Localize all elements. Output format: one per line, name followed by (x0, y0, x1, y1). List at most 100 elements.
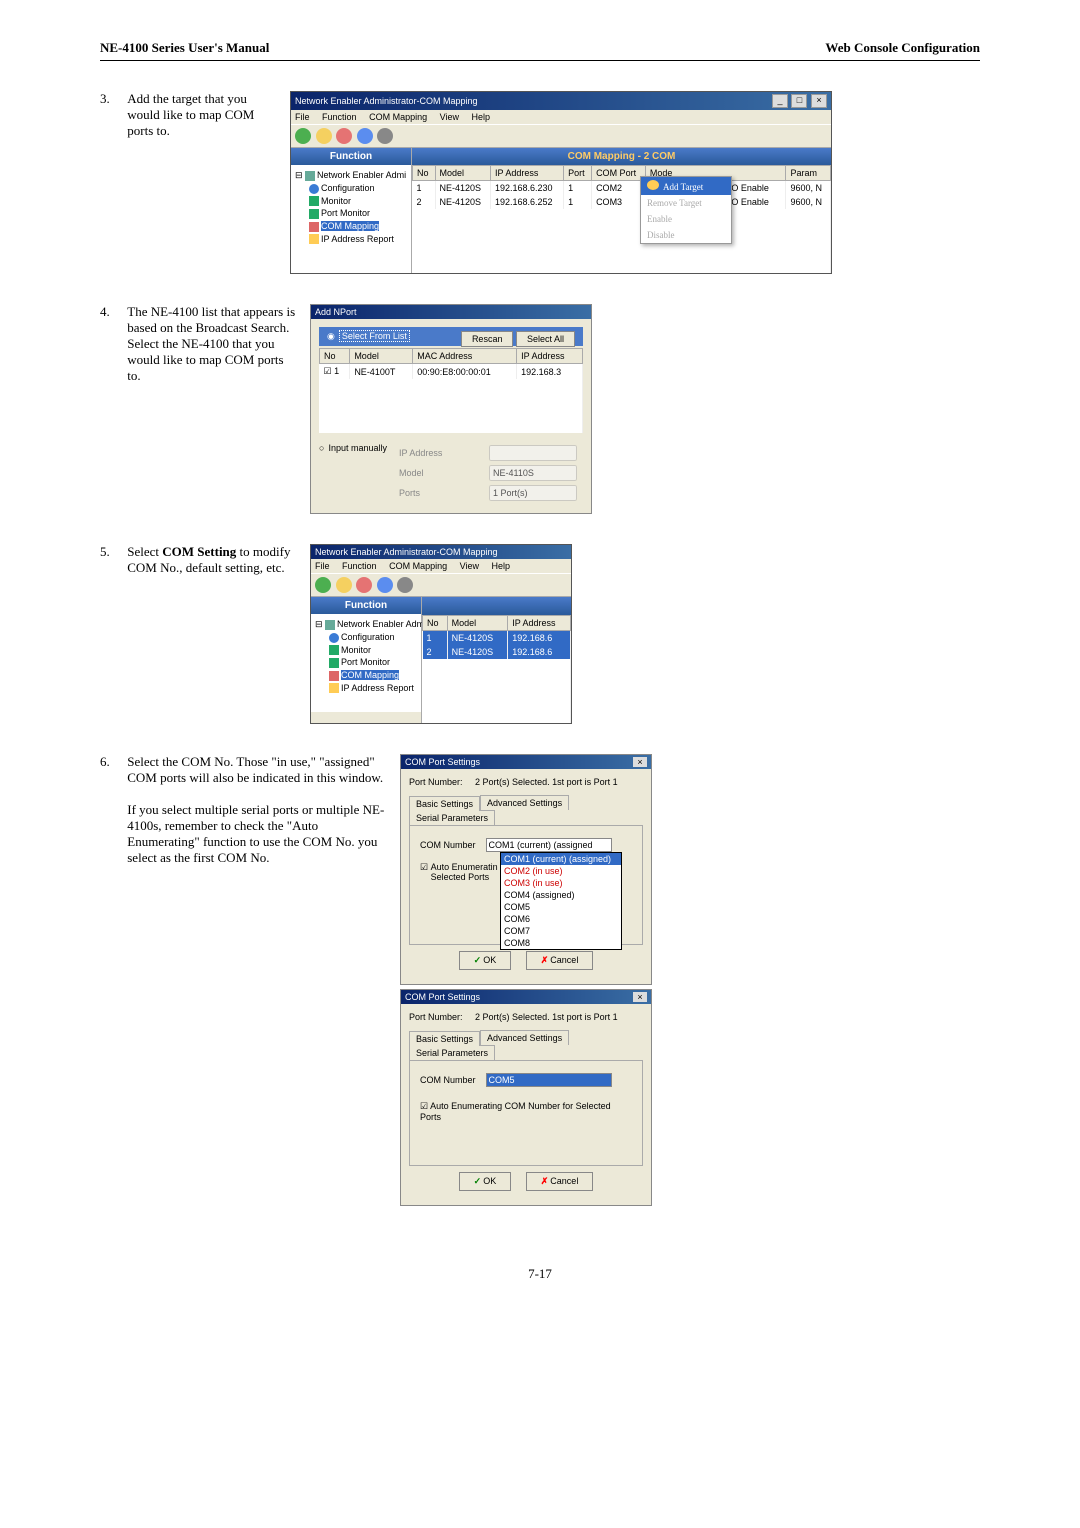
toolbar-icon-4[interactable] (377, 577, 393, 593)
dd-item-com3[interactable]: COM3 (in use) (501, 877, 621, 889)
toolbar-icon-4[interactable] (357, 128, 373, 144)
tree-root[interactable]: Network Enabler Admi (337, 619, 426, 629)
table-row[interactable]: ☑ 1 NE-4100T 00:90:E8:00:00:01 192.168.3 (320, 364, 583, 380)
dd-item-com6[interactable]: COM6 (501, 913, 621, 925)
dd-item-com5[interactable]: COM5 (501, 901, 621, 913)
col-no[interactable]: No (320, 349, 350, 364)
toolbar-icon-2[interactable] (336, 577, 352, 593)
col-port[interactable]: Port (564, 166, 592, 181)
col-ip[interactable]: IP Address (517, 349, 583, 364)
tab-basic[interactable]: Basic Settings (409, 1031, 480, 1046)
maximize-icon[interactable]: □ (791, 94, 807, 108)
select-from-list-radio[interactable]: Select From List (339, 330, 410, 342)
com-dropdown-list[interactable]: COM1 (current) (assigned) COM2 (in use) … (500, 852, 622, 950)
tab-advanced[interactable]: Advanced Settings (480, 795, 569, 810)
dd-item-com7[interactable]: COM7 (501, 925, 621, 937)
auto-enum-checkbox[interactable]: ☑ (420, 862, 428, 872)
col-ip[interactable]: IP Address (508, 616, 571, 631)
tree-root-icon (305, 171, 315, 181)
table-row[interactable]: 1 NE-4120S 192.168.6.230 1 COM2 Hi-Perfo… (413, 181, 831, 196)
tab-advanced[interactable]: Advanced Settings (480, 1030, 569, 1045)
tree-com-mapping[interactable]: COM Mapping (341, 670, 399, 680)
menu-com-mapping[interactable]: COM Mapping (369, 112, 427, 122)
tree-root[interactable]: Network Enabler Admi (317, 170, 406, 180)
toolbar-icon-5[interactable] (397, 577, 413, 593)
input-manually-radio[interactable]: ○ (319, 443, 324, 453)
tab-basic[interactable]: Basic Settings (409, 796, 480, 811)
col-param[interactable]: Param (786, 166, 831, 181)
select-all-button[interactable]: Select All (516, 331, 575, 347)
tree-port-monitor[interactable]: Port Monitor (321, 208, 370, 218)
ok-button[interactable]: ✓OK (459, 951, 512, 970)
rescan-button[interactable]: Rescan (461, 331, 514, 347)
col-model[interactable]: Model (350, 349, 413, 364)
nport-list-grid[interactable]: No Model MAC Address IP Address ☑ 1 NE-4… (319, 348, 583, 433)
menu-file[interactable]: File (295, 112, 310, 122)
toolbar[interactable] (311, 573, 571, 597)
table-row[interactable]: 2 NE-4120S 192.168.6.252 1 COM3 Hi-Perfo… (413, 195, 831, 209)
dd-item-com2[interactable]: COM2 (in use) (501, 865, 621, 877)
dd-item-com1[interactable]: COM1 (current) (assigned) (501, 853, 621, 865)
dd-item-com8[interactable]: COM8 (501, 937, 621, 949)
tab-serial[interactable]: Serial Parameters (409, 1045, 495, 1060)
tree-ip-report[interactable]: IP Address Report (321, 234, 394, 244)
toolbar-icon-1[interactable] (295, 128, 311, 144)
close-icon[interactable]: × (633, 757, 647, 767)
tree-monitor[interactable]: Monitor (321, 196, 351, 206)
com-number-dropdown[interactable]: COM5 (486, 1073, 612, 1087)
tree-port-monitor[interactable]: Port Monitor (341, 657, 390, 667)
menu-com-mapping[interactable]: COM Mapping (389, 561, 447, 571)
checkbox-icon[interactable]: ☑ (324, 366, 332, 376)
cancel-button[interactable]: ✗Cancel (526, 1172, 594, 1191)
col-model[interactable]: Model (447, 616, 508, 631)
ip-input (489, 445, 577, 461)
select-from-list-row[interactable]: ◉Select From List Rescan Select All (319, 327, 583, 346)
col-no[interactable]: No (413, 166, 436, 181)
window-controls[interactable]: _ □ × (771, 94, 827, 108)
menu-view[interactable]: View (440, 112, 459, 122)
com-mapping-grid[interactable]: No Model IP Address Port COM Port Mode P… (412, 165, 831, 273)
table-row[interactable]: 1 NE-4120S 192.168.6 (423, 631, 571, 646)
minimize-icon[interactable]: _ (772, 94, 788, 108)
function-tree[interactable]: ⊟ Network Enabler Admi Configuration Mon… (291, 165, 411, 273)
toolbar[interactable] (291, 124, 831, 148)
tree-com-mapping[interactable]: COM Mapping (321, 221, 379, 231)
tree-config[interactable]: Configuration (341, 632, 395, 642)
col-comport[interactable]: COM Port (592, 166, 646, 181)
close-icon[interactable]: × (811, 94, 827, 108)
menu-function[interactable]: Function (342, 561, 377, 571)
menu-help[interactable]: Help (472, 112, 491, 122)
tree-config[interactable]: Configuration (321, 183, 375, 193)
com-grid[interactable]: No Model IP Address 1 NE-4120S 192.168.6… (422, 615, 571, 723)
tree-ip-report[interactable]: IP Address Report (341, 683, 414, 693)
ok-button[interactable]: ✓OK (459, 1172, 512, 1191)
dd-item-com4[interactable]: COM4 (assigned) (501, 889, 621, 901)
function-tree[interactable]: ⊟ Network Enabler Admi Configuration Mon… (311, 614, 421, 712)
cancel-button[interactable]: ✗Cancel (526, 951, 594, 970)
context-menu[interactable]: Add Target Remove Target Enable Disable (640, 176, 732, 244)
toolbar-icon-3[interactable] (356, 577, 372, 593)
col-model[interactable]: Model (435, 166, 490, 181)
toolbar-icon-3[interactable] (336, 128, 352, 144)
tree-monitor[interactable]: Monitor (341, 645, 371, 655)
toolbar-icon-1[interactable] (315, 577, 331, 593)
tab-serial[interactable]: Serial Parameters (409, 810, 495, 825)
menu-help[interactable]: Help (492, 561, 511, 571)
com-number-dropdown[interactable]: COM1 (current) (assigned (486, 838, 612, 852)
menubar[interactable]: File Function COM Mapping View Help (291, 110, 831, 124)
menu-function[interactable]: Function (322, 112, 357, 122)
col-ip[interactable]: IP Address (490, 166, 563, 181)
close-icon[interactable]: × (633, 992, 647, 1002)
toolbar-icon-2[interactable] (316, 128, 332, 144)
page-number: 7-17 (100, 1266, 980, 1282)
menubar[interactable]: File Function COM Mapping View Help (311, 559, 571, 573)
table-row[interactable]: 2 NE-4120S 192.168.6 (423, 645, 571, 659)
menu-file[interactable]: File (315, 561, 330, 571)
menu-view[interactable]: View (460, 561, 479, 571)
ctx-add-target[interactable]: Add Target (641, 177, 731, 195)
auto-enum-checkbox[interactable]: ☑ (420, 1101, 428, 1111)
toolbar-icon-5[interactable] (377, 128, 393, 144)
ports-input (489, 485, 577, 501)
col-no[interactable]: No (423, 616, 448, 631)
col-mac[interactable]: MAC Address (413, 349, 517, 364)
